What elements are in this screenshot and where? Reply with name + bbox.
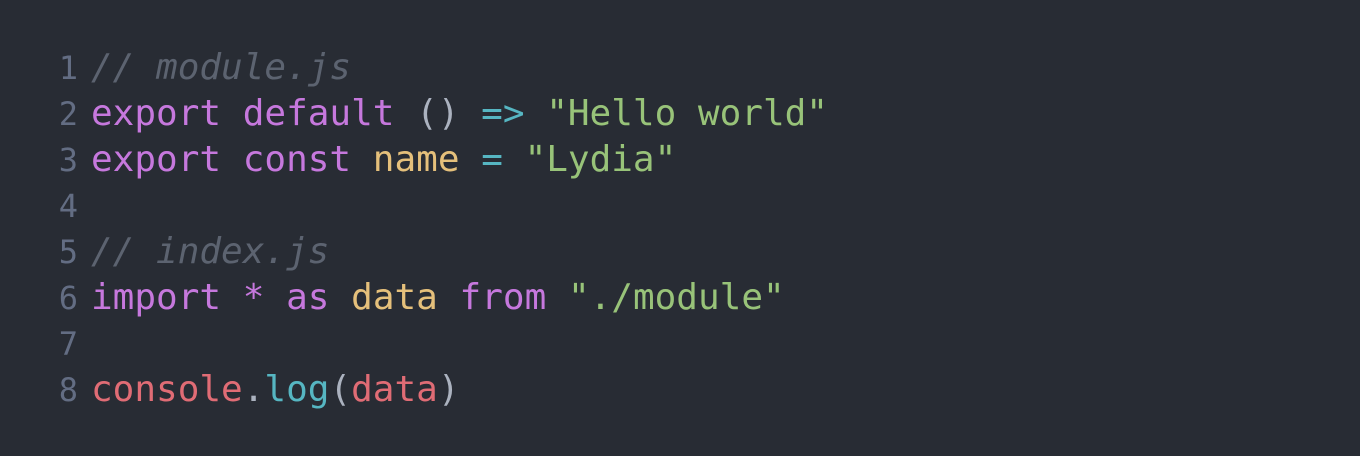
line-number: 7 [58, 325, 78, 363]
code-token-string: "Lydia" [524, 139, 677, 180]
line-number: 8 [58, 371, 78, 409]
code-token-variable: name [372, 139, 460, 180]
code-line: 1 // module.js [0, 45, 351, 91]
code-token-keyword: const [242, 139, 352, 180]
code-token-plain: . [242, 369, 265, 410]
code-token-object: console [91, 369, 243, 410]
code-line: 2 export default () => "Hello world" [0, 91, 828, 137]
line-number: 4 [58, 187, 78, 225]
code-token-string: "Hello world" [546, 93, 828, 134]
line-number: 1 [58, 49, 78, 87]
code-token-keyword: default [242, 93, 395, 134]
code-line: 4 [0, 183, 91, 229]
code-line: 5 // index.js [0, 229, 330, 275]
code-line: 7 [0, 321, 91, 367]
line-number: 5 [58, 233, 78, 271]
code-token-string: "./module" [567, 277, 785, 318]
code-token-keyword: export [91, 93, 222, 134]
code-token-keyword: import [91, 277, 222, 318]
code-token-plain: ) [437, 369, 460, 410]
code-editor: 1 // module.js 2 export default () => "Hell… [0, 0, 1360, 456]
code-line: 3 export const name = "Lydia" [0, 137, 677, 183]
code-token-keyword: export [91, 139, 222, 180]
code-token-operator: => [481, 93, 525, 134]
line-number: 3 [58, 141, 78, 179]
code-token-object: data [351, 369, 438, 410]
code-token-plain: ( [329, 369, 352, 410]
code-token-variable: data [351, 277, 438, 318]
code-token-plain: () [394, 93, 482, 134]
code-token-keyword: as [286, 277, 330, 318]
code-line: 8 console. log(data) [0, 367, 460, 413]
code-line: 6 import * as data from "./module" [0, 275, 785, 321]
code-token-method: log [264, 369, 330, 410]
code-token-comment: // module.js [91, 47, 352, 88]
line-number: 2 [58, 95, 78, 133]
line-number: 6 [58, 279, 78, 317]
code-token-operator: = [481, 139, 503, 180]
code-token-comment: // index.js [91, 231, 330, 272]
code-token-keyword: * [242, 277, 265, 318]
code-token-keyword: from [459, 277, 547, 318]
